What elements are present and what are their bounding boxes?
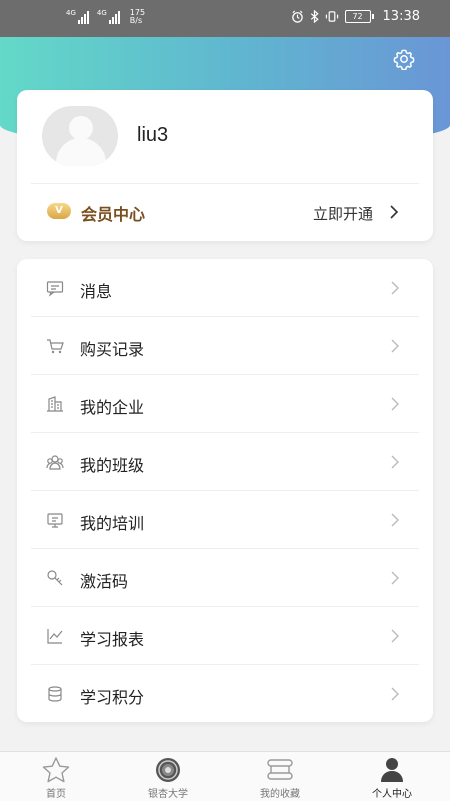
person-icon: [381, 758, 403, 782]
chevron-right-icon: [391, 687, 399, 701]
menu-item-label: 我的培训: [80, 514, 145, 533]
class-icon: [46, 455, 64, 470]
battery-icon: 72: [344, 10, 374, 23]
menu-item-purchase-history[interactable]: 购买记录: [17, 317, 433, 375]
nav-home[interactable]: 首页: [0, 752, 112, 801]
profile-card: liu3 V 会员中心 立即开通: [17, 90, 433, 241]
menu-item-label: 学习报表: [80, 630, 145, 649]
menu-item-label: 激活码: [80, 572, 129, 591]
vip-center-label: 会员中心: [81, 205, 146, 224]
nav-label: 首页: [46, 789, 66, 800]
chevron-right-icon: [390, 205, 399, 219]
chevron-right-icon: [391, 571, 399, 585]
menu-item-label: 我的企业: [80, 398, 145, 417]
signal-strength-icon: 4G: [66, 10, 89, 24]
clock: 13:38: [382, 9, 420, 24]
favorites-icon: [267, 759, 293, 780]
signal-type-label: 4G: [96, 9, 107, 17]
bottom-navigation: 首页 银杏大学 我的收藏 个人中心: [0, 751, 450, 801]
message-icon: [46, 281, 64, 297]
network-speed-unit: B/s: [129, 16, 143, 25]
alarm-icon: [291, 10, 303, 23]
bluetooth-icon: [310, 10, 319, 23]
nav-personal-center[interactable]: 个人中心: [336, 752, 448, 801]
nav-favorites[interactable]: 我的收藏: [224, 752, 336, 801]
chevron-right-icon: [391, 513, 399, 527]
menu-card: 消息 购买记录 我的企业 我的班级 我的培训 激活码 学习报表 学习积分: [17, 259, 433, 722]
menu-item-my-company[interactable]: 我的企业: [17, 375, 433, 433]
key-icon: [47, 570, 63, 586]
menu-item-learning-points[interactable]: 学习积分: [17, 665, 433, 723]
battery-level: 72: [352, 12, 363, 21]
chart-icon: [47, 629, 63, 644]
chevron-right-icon: [391, 397, 399, 411]
network-speed: 175 B/s: [130, 9, 145, 25]
status-right: 72 13:38: [291, 9, 420, 24]
nav-label: 个人中心: [372, 789, 412, 800]
training-icon: [47, 513, 63, 528]
vip-badge-icon: V: [47, 203, 71, 219]
university-logo-icon: [156, 758, 180, 782]
cart-icon: [47, 339, 64, 354]
menu-item-messages[interactable]: 消息: [17, 259, 433, 317]
coins-icon: [48, 686, 62, 702]
chevron-right-icon: [391, 339, 399, 353]
nav-label: 银杏大学: [148, 789, 188, 800]
menu-item-label: 购买记录: [80, 340, 145, 359]
chevron-right-icon: [391, 281, 399, 295]
menu-item-label: 我的班级: [80, 456, 145, 475]
menu-item-learning-report[interactable]: 学习报表: [17, 607, 433, 665]
settings-gear-icon[interactable]: [393, 48, 415, 70]
username[interactable]: liu3: [137, 124, 168, 147]
menu-item-my-class[interactable]: 我的班级: [17, 433, 433, 491]
chevron-right-icon: [391, 629, 399, 643]
nav-university[interactable]: 银杏大学: [112, 752, 224, 801]
signal-type-label: 4G: [66, 9, 76, 17]
signal-strength-icon: 4G: [97, 10, 120, 24]
menu-item-label: 消息: [80, 282, 113, 301]
chevron-right-icon: [391, 455, 399, 469]
star-icon: [42, 757, 70, 783]
vibrate-icon: [325, 11, 338, 22]
menu-item-label: 学习积分: [80, 688, 145, 707]
status-left: 4G 4G 175 B/s: [66, 9, 145, 25]
building-icon: [47, 396, 63, 412]
vip-activate-link[interactable]: 立即开通: [313, 203, 373, 224]
menu-item-my-training[interactable]: 我的培训: [17, 491, 433, 549]
status-bar: 4G 4G 175 B/s 72 13:38: [0, 0, 450, 37]
nav-label: 我的收藏: [260, 789, 300, 800]
avatar[interactable]: [42, 106, 118, 166]
menu-item-activation-code[interactable]: 激活码: [17, 549, 433, 607]
vip-center-row[interactable]: V 会员中心 立即开通: [17, 184, 433, 240]
